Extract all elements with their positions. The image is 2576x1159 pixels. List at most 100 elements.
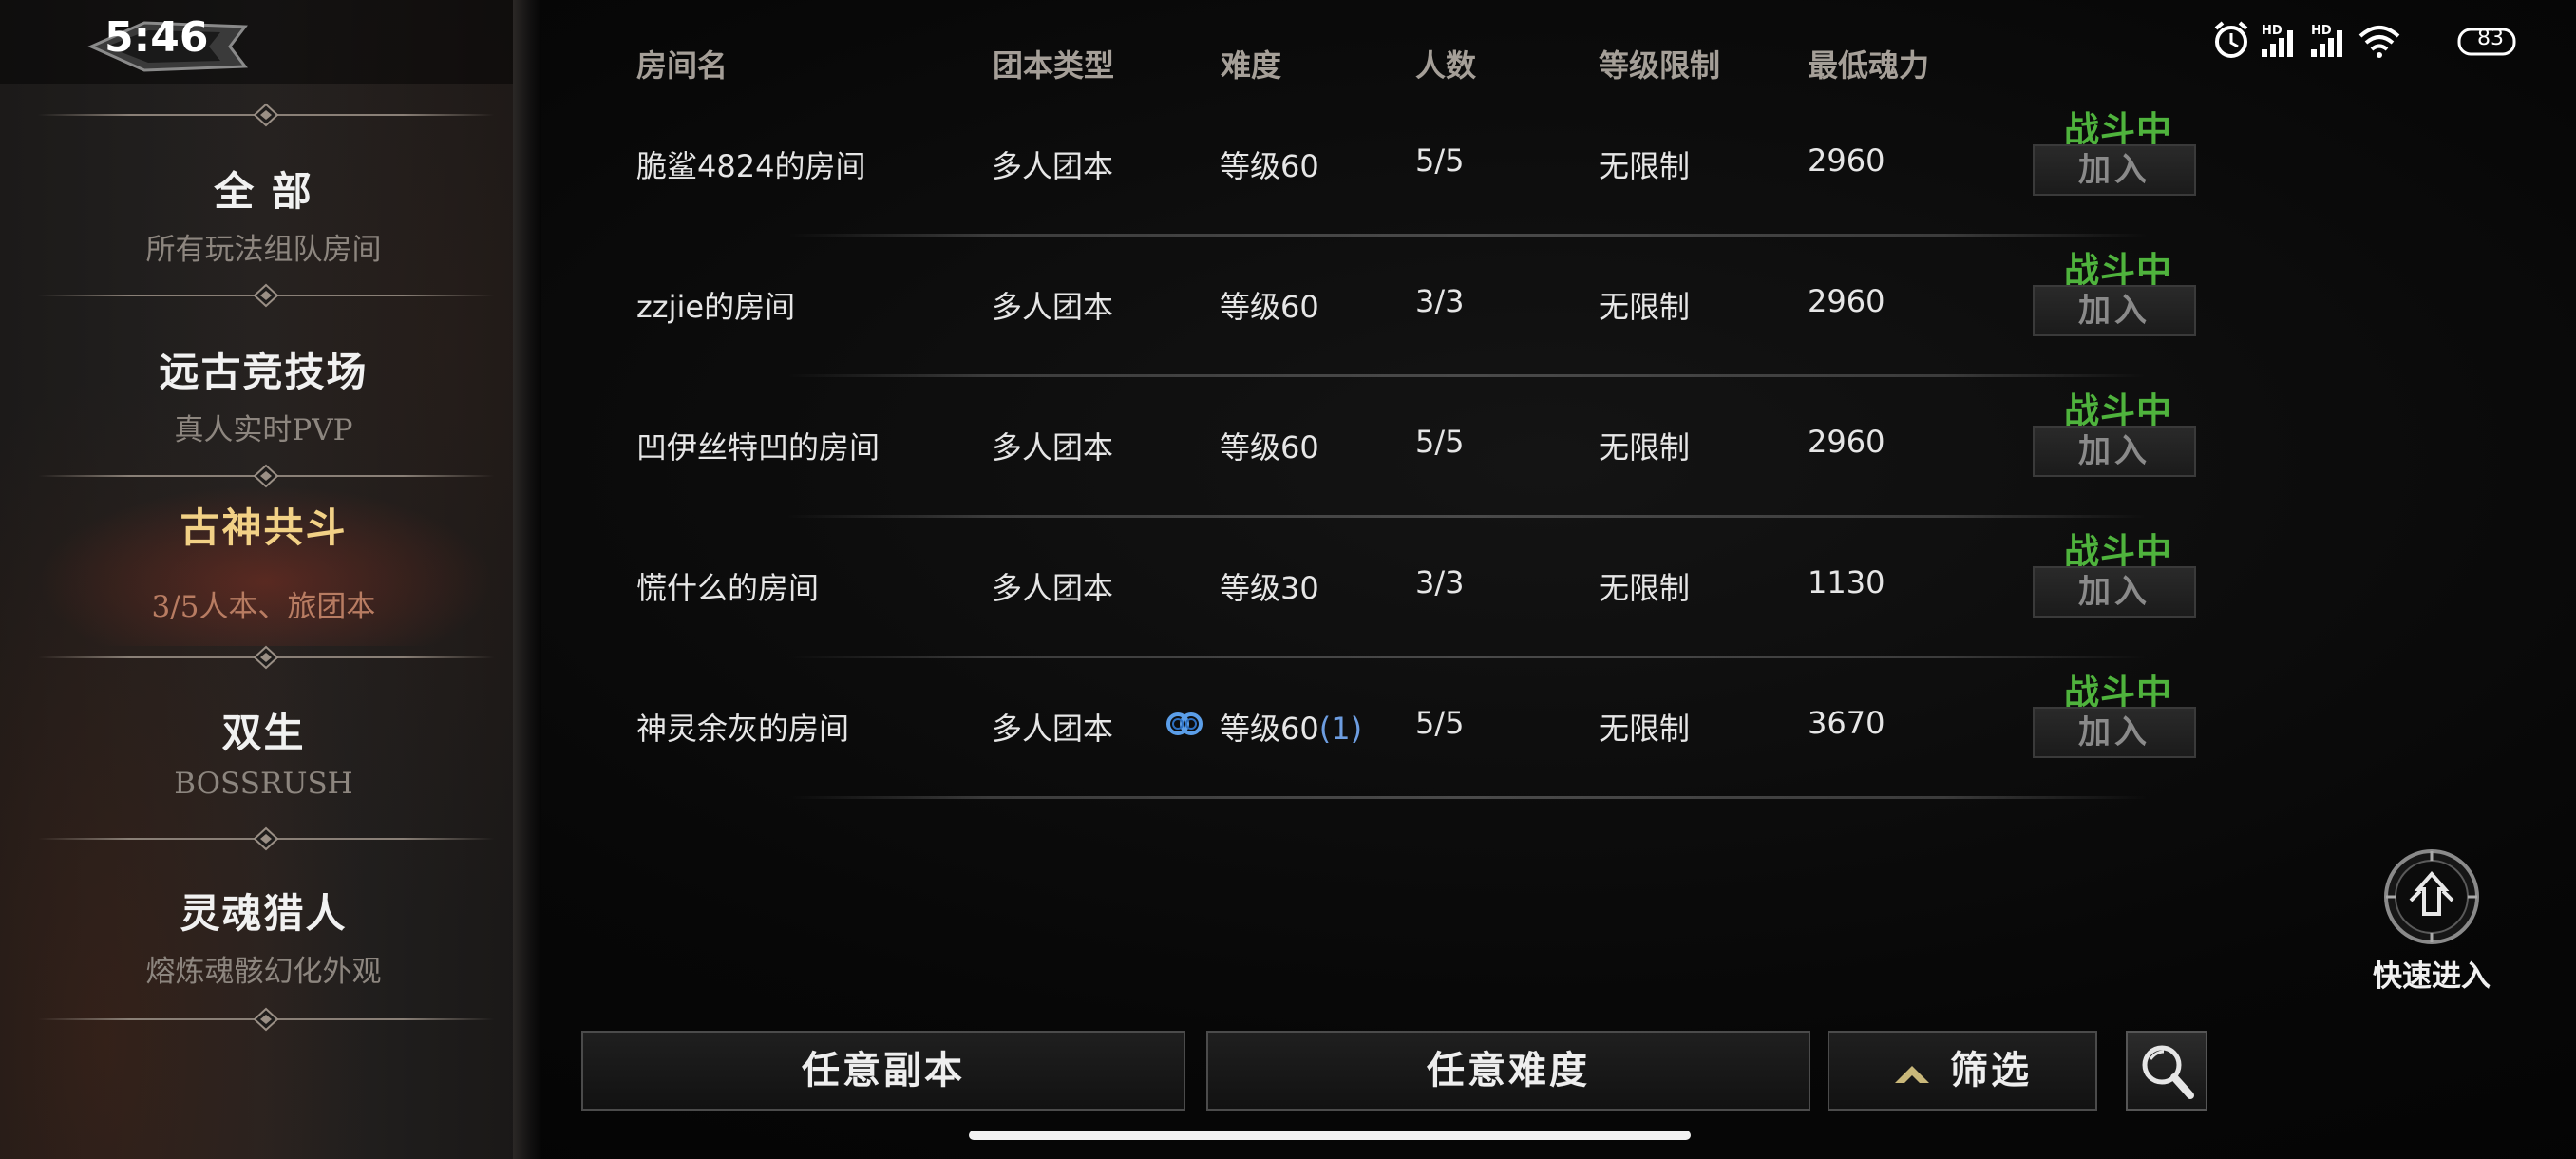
battery-level: 83 (2477, 27, 2504, 50)
sidebar-item-subtitle: BOSSRUSH (174, 767, 353, 801)
level-limit: 无限制 (1599, 570, 1691, 606)
sidebar-item-soul-hunter[interactable]: 灵魂猎人 熔炼魂骸幻化外观 (0, 882, 527, 990)
table-row[interactable]: 脆鲨4824的房间 多人团本 等级60 5/5 无限制 2960 战斗中 加入 (532, 95, 2242, 237)
sidebar-divider (38, 1005, 494, 1034)
svg-text:HD: HD (2262, 24, 2282, 38)
room-name: zzjie的房间 (636, 289, 796, 325)
level-limit: 无限制 (1599, 148, 1691, 184)
linked-team-icon (1166, 712, 1203, 735)
room-name: 凹伊丝特凹的房间 (636, 429, 881, 466)
join-button[interactable]: 加入 (2033, 707, 2196, 758)
row-divider (788, 796, 2147, 799)
chevron-up-icon (1895, 1066, 1929, 1083)
sidebar-item-subtitle: 熔炼魂骸幻化外观 (145, 955, 382, 989)
level-limit: 无限制 (1599, 711, 1691, 747)
min-soul-power: 2960 (1808, 283, 1885, 319)
difficulty: 等级60 (1220, 283, 1319, 327)
sidebar-item-ancient-gods[interactable]: 古神共斗 3/5人本、旅团本 (0, 496, 527, 625)
level-limit: 无限制 (1599, 429, 1691, 466)
sidebar-divider (38, 643, 494, 672)
room-name: 慌什么的房间 (636, 570, 820, 606)
sidebar-item-subtitle: 真人实时PVP (174, 413, 353, 447)
min-soul-power: 2960 (1808, 142, 1885, 179)
search-icon (2142, 1045, 2194, 1099)
difficulty: 等级30 (1220, 564, 1319, 608)
any-difficulty-dropdown[interactable]: 任意难度 (1206, 1031, 1810, 1111)
difficulty-value: 等级60 (1220, 711, 1319, 747)
header-dungeon-type: 团本类型 (993, 48, 1115, 84)
difficulty: 等级60(1) (1220, 705, 1362, 749)
min-soul-power: 2960 (1808, 424, 1885, 460)
filter-label: 筛选 (1950, 1048, 2032, 1092)
sidebar-item-all[interactable]: 全 部 所有玩法组队房间 (0, 160, 527, 268)
difficulty-value: 等级30 (1220, 570, 1319, 606)
header-level-limit: 等级限制 (1599, 48, 1721, 84)
search-button[interactable] (2126, 1031, 2207, 1111)
divider-ornament-icon (253, 826, 279, 851)
table-row[interactable]: 凹伊丝特凹的房间 多人团本 等级60 5/5 无限制 2960 战斗中 加入 (532, 376, 2242, 518)
sidebar-divider (38, 825, 494, 853)
difficulty-value: 等级60 (1220, 429, 1319, 466)
sidebar-item-title: 灵魂猎人 (180, 890, 348, 937)
player-count: 3/3 (1415, 283, 1465, 319)
divider-ornament-icon (253, 645, 279, 670)
header-difficulty: 难度 (1221, 48, 1282, 84)
quick-enter-label: 快速进入 (2373, 960, 2491, 994)
sidebar-item-twins[interactable]: 双生 BOSSRUSH (0, 701, 527, 801)
dungeon-type: 多人团本 (992, 289, 1114, 325)
filter-button[interactable]: 筛选 (1828, 1031, 2097, 1111)
sidebar-item-title: 双生 (221, 710, 306, 756)
difficulty-value: 等级60 (1220, 289, 1319, 325)
sidebar-item-title: 古神共斗 (180, 504, 348, 551)
hd-signal-icon: HD (2262, 24, 2293, 57)
table-row[interactable]: zzjie的房间 多人团本 等级60 3/3 无限制 2960 战斗中 加入 (532, 236, 2242, 377)
home-indicator[interactable] (969, 1130, 1691, 1140)
sidebar-item-title: 全 部 (214, 168, 313, 215)
difficulty-value: 等级60 (1220, 148, 1319, 184)
sidebar-divider (38, 101, 494, 129)
screen: 5:46 全 部 所有玩法组队房间 远古竞技场 真人实时PVP 古神共斗 3/5… (0, 0, 2576, 1159)
player-count: 5/5 (1415, 142, 1465, 179)
level-limit: 无限制 (1599, 289, 1691, 325)
table-header: 房间名 团本类型 难度 人数 等级限制 最低魂力 (0, 42, 2090, 89)
hd-signal-icon: HD (2311, 24, 2342, 57)
divider-ornament-icon (253, 1007, 279, 1032)
table-row[interactable]: 慌什么的房间 多人团本 等级30 3/3 无限制 1130 战斗中 加入 (532, 517, 2242, 658)
join-button[interactable]: 加入 (2033, 426, 2196, 477)
any-dungeon-dropdown[interactable]: 任意副本 (581, 1031, 1185, 1111)
sidebar-item-title: 远古竞技场 (159, 349, 369, 395)
header-player-count: 人数 (1415, 48, 1477, 84)
min-soul-power: 1130 (1808, 564, 1885, 600)
dungeon-type: 多人团本 (992, 570, 1114, 606)
player-count: 5/5 (1415, 424, 1465, 460)
sidebar-divider (38, 281, 494, 310)
sidebar-item-arena[interactable]: 远古竞技场 真人实时PVP (0, 340, 527, 448)
join-button[interactable]: 加入 (2033, 285, 2196, 336)
join-button[interactable]: 加入 (2033, 144, 2196, 196)
sidebar-divider (38, 462, 494, 490)
sidebar-item-subtitle: 所有玩法组队房间 (145, 233, 382, 267)
dungeon-type: 多人团本 (992, 429, 1114, 466)
difficulty: 等级60 (1220, 142, 1319, 186)
table-row[interactable]: 神灵余灰的房间 多人团本 等级60(1) 5/5 无限制 3670 战斗中 加入 (532, 657, 2242, 799)
sidebar-item-subtitle: 3/5人本、旅团本 (151, 590, 376, 624)
min-soul-power: 3670 (1808, 705, 1885, 741)
difficulty: 等级60 (1220, 424, 1319, 467)
join-button[interactable]: 加入 (2033, 566, 2196, 618)
player-count: 3/3 (1415, 564, 1465, 600)
room-name: 脆鲨4824的房间 (636, 148, 866, 184)
header-min-soul-power: 最低魂力 (1808, 48, 1930, 84)
header-room-name: 房间名 (636, 48, 729, 84)
divider-ornament-icon (253, 103, 279, 127)
svg-text:HD: HD (2311, 24, 2332, 38)
quick-enter-button[interactable]: 快速进入 (2356, 847, 2508, 995)
difficulty-extra: (1) (1318, 711, 1363, 747)
room-name: 神灵余灰的房间 (636, 711, 850, 747)
player-count: 5/5 (1415, 705, 1465, 741)
wifi-icon (2358, 26, 2400, 58)
sidebar: 5:46 全 部 所有玩法组队房间 远古竞技场 真人实时PVP 古神共斗 3/5… (0, 0, 527, 1159)
divider-ornament-icon (253, 283, 279, 308)
alarm-icon (2214, 21, 2248, 58)
quick-enter-icon (2384, 849, 2479, 944)
dungeon-type: 多人团本 (992, 711, 1114, 747)
